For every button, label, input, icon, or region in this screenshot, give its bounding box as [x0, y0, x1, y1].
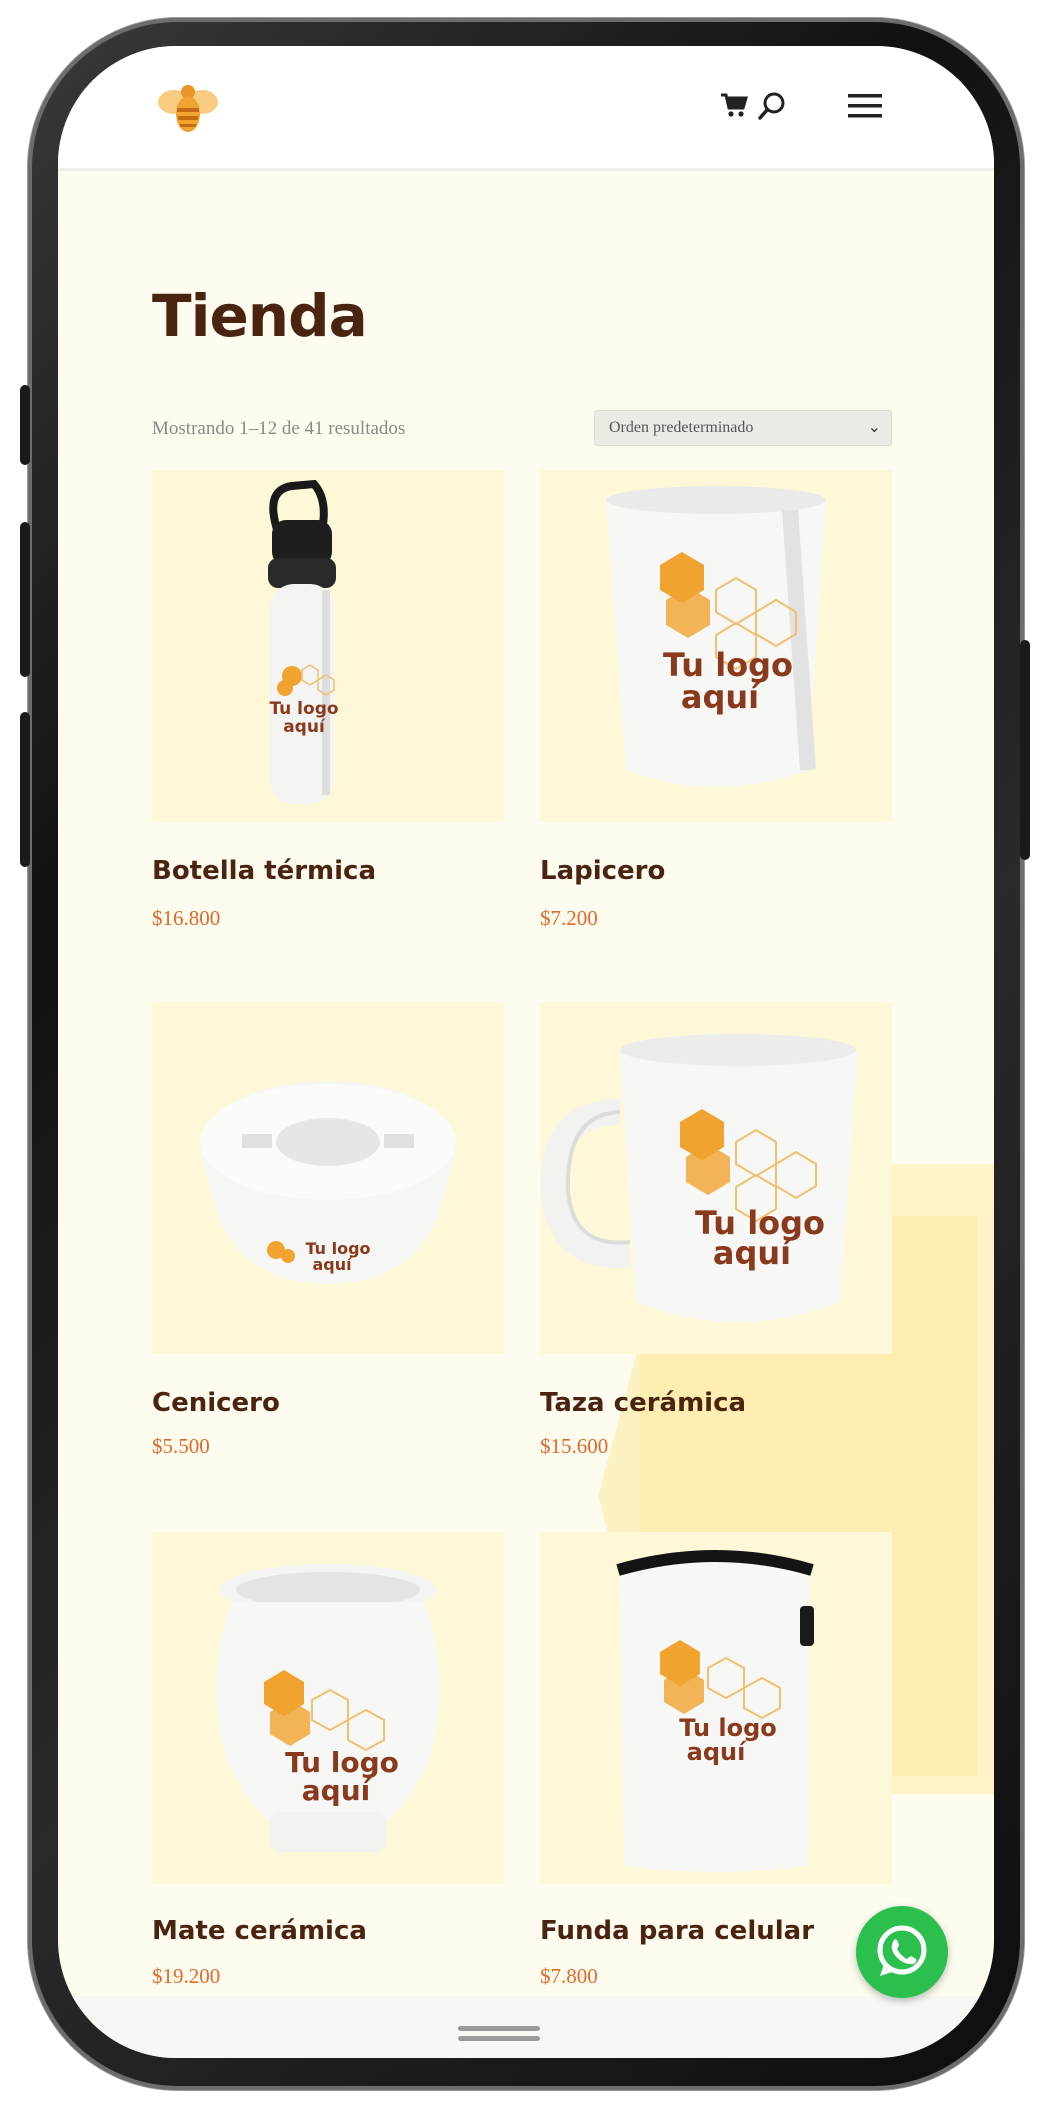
logo-placeholder-text: Tu logo — [269, 699, 338, 719]
result-count: Mostrando 1–12 de 41 resultados — [152, 418, 406, 439]
chevron-down-icon: ⌄ — [867, 419, 881, 436]
product-name[interactable]: Funda para celular — [540, 1916, 814, 1946]
logo-placeholder-text: aquí — [681, 678, 761, 716]
sort-select-value: Orden predeterminado — [609, 419, 754, 436]
product-card[interactable]: Tu logo aquí Funda para celular $7.800 — [540, 1532, 892, 1988]
product-image[interactable]: Tu logo aquí — [152, 470, 504, 822]
product-image[interactable]: Tu logo aquí — [152, 1002, 504, 1354]
product-card[interactable]: Tu logo aquí Cenicero $5.500 — [152, 1002, 504, 1458]
product-name[interactable]: Taza cerámica — [540, 1388, 746, 1418]
product-price: $7.800 — [540, 1964, 598, 1988]
logo-placeholder-text: aquí — [713, 1234, 793, 1272]
whatsapp-icon — [877, 1925, 927, 1976]
phone-power-button — [1020, 640, 1030, 860]
bottle-image: Tu logo aquí — [268, 479, 339, 804]
product-card[interactable]: Tu logo aquí Mate cerámica $19.200 — [152, 1532, 504, 1988]
product-price: $7.200 — [540, 906, 598, 930]
phone-side-button — [20, 385, 30, 465]
bee-logo-icon[interactable] — [156, 78, 220, 138]
search-icon[interactable] — [756, 90, 788, 122]
phone-volume-up-button — [20, 522, 30, 677]
logo-placeholder-text: aquí — [687, 1738, 747, 1766]
product-image[interactable]: Tu logo aquí — [540, 1532, 892, 1884]
sort-select[interactable]: Orden predeterminado ⌄ — [594, 410, 892, 446]
product-card[interactable]: Tu logo aquí Lapicero $7.200 — [540, 470, 892, 930]
product-price: $15.600 — [540, 1434, 609, 1458]
whatsapp-button[interactable] — [856, 1906, 948, 1998]
phone-case-image: Tu logo aquí — [616, 1550, 814, 1872]
menu-icon[interactable] — [848, 92, 882, 120]
product-image[interactable]: Tu logo aquí — [152, 1532, 504, 1884]
page-title: Tienda — [152, 282, 368, 350]
product-price: $19.200 — [152, 1964, 221, 1988]
ashtray-image: Tu logo aquí — [200, 1082, 456, 1284]
product-name[interactable]: Cenicero — [152, 1388, 280, 1418]
home-indicator[interactable] — [458, 2024, 540, 2044]
logo-placeholder-text: aquí — [302, 1774, 372, 1807]
product-card[interactable]: Tu logo aquí Taza cerámica $15.600 — [540, 1002, 892, 1458]
cart-icon[interactable] — [720, 92, 748, 118]
product-image[interactable]: Tu logo aquí — [540, 1002, 892, 1354]
product-price: $16.800 — [152, 906, 221, 930]
logo-placeholder-text: aquí — [312, 1255, 353, 1274]
product-card[interactable]: Tu logo aquí Botella térmica $16.800 — [152, 470, 504, 930]
logo-placeholder-text: aquí — [283, 717, 326, 737]
phone-screen: Tienda Mostrando 1–12 de 41 resultados O… — [58, 46, 994, 2058]
product-name[interactable]: Botella térmica — [152, 856, 376, 886]
product-name[interactable]: Mate cerámica — [152, 1916, 367, 1946]
cup-image: Tu logo aquí — [606, 486, 826, 787]
site-header — [58, 46, 994, 171]
mug-image: Tu logo aquí — [540, 1034, 858, 1322]
product-price: $5.500 — [152, 1434, 210, 1458]
phone-volume-down-button — [20, 712, 30, 867]
product-name[interactable]: Lapicero — [540, 856, 665, 886]
product-image[interactable]: Tu logo aquí — [540, 470, 892, 822]
mate-image: Tu logo aquí — [215, 1564, 441, 1852]
